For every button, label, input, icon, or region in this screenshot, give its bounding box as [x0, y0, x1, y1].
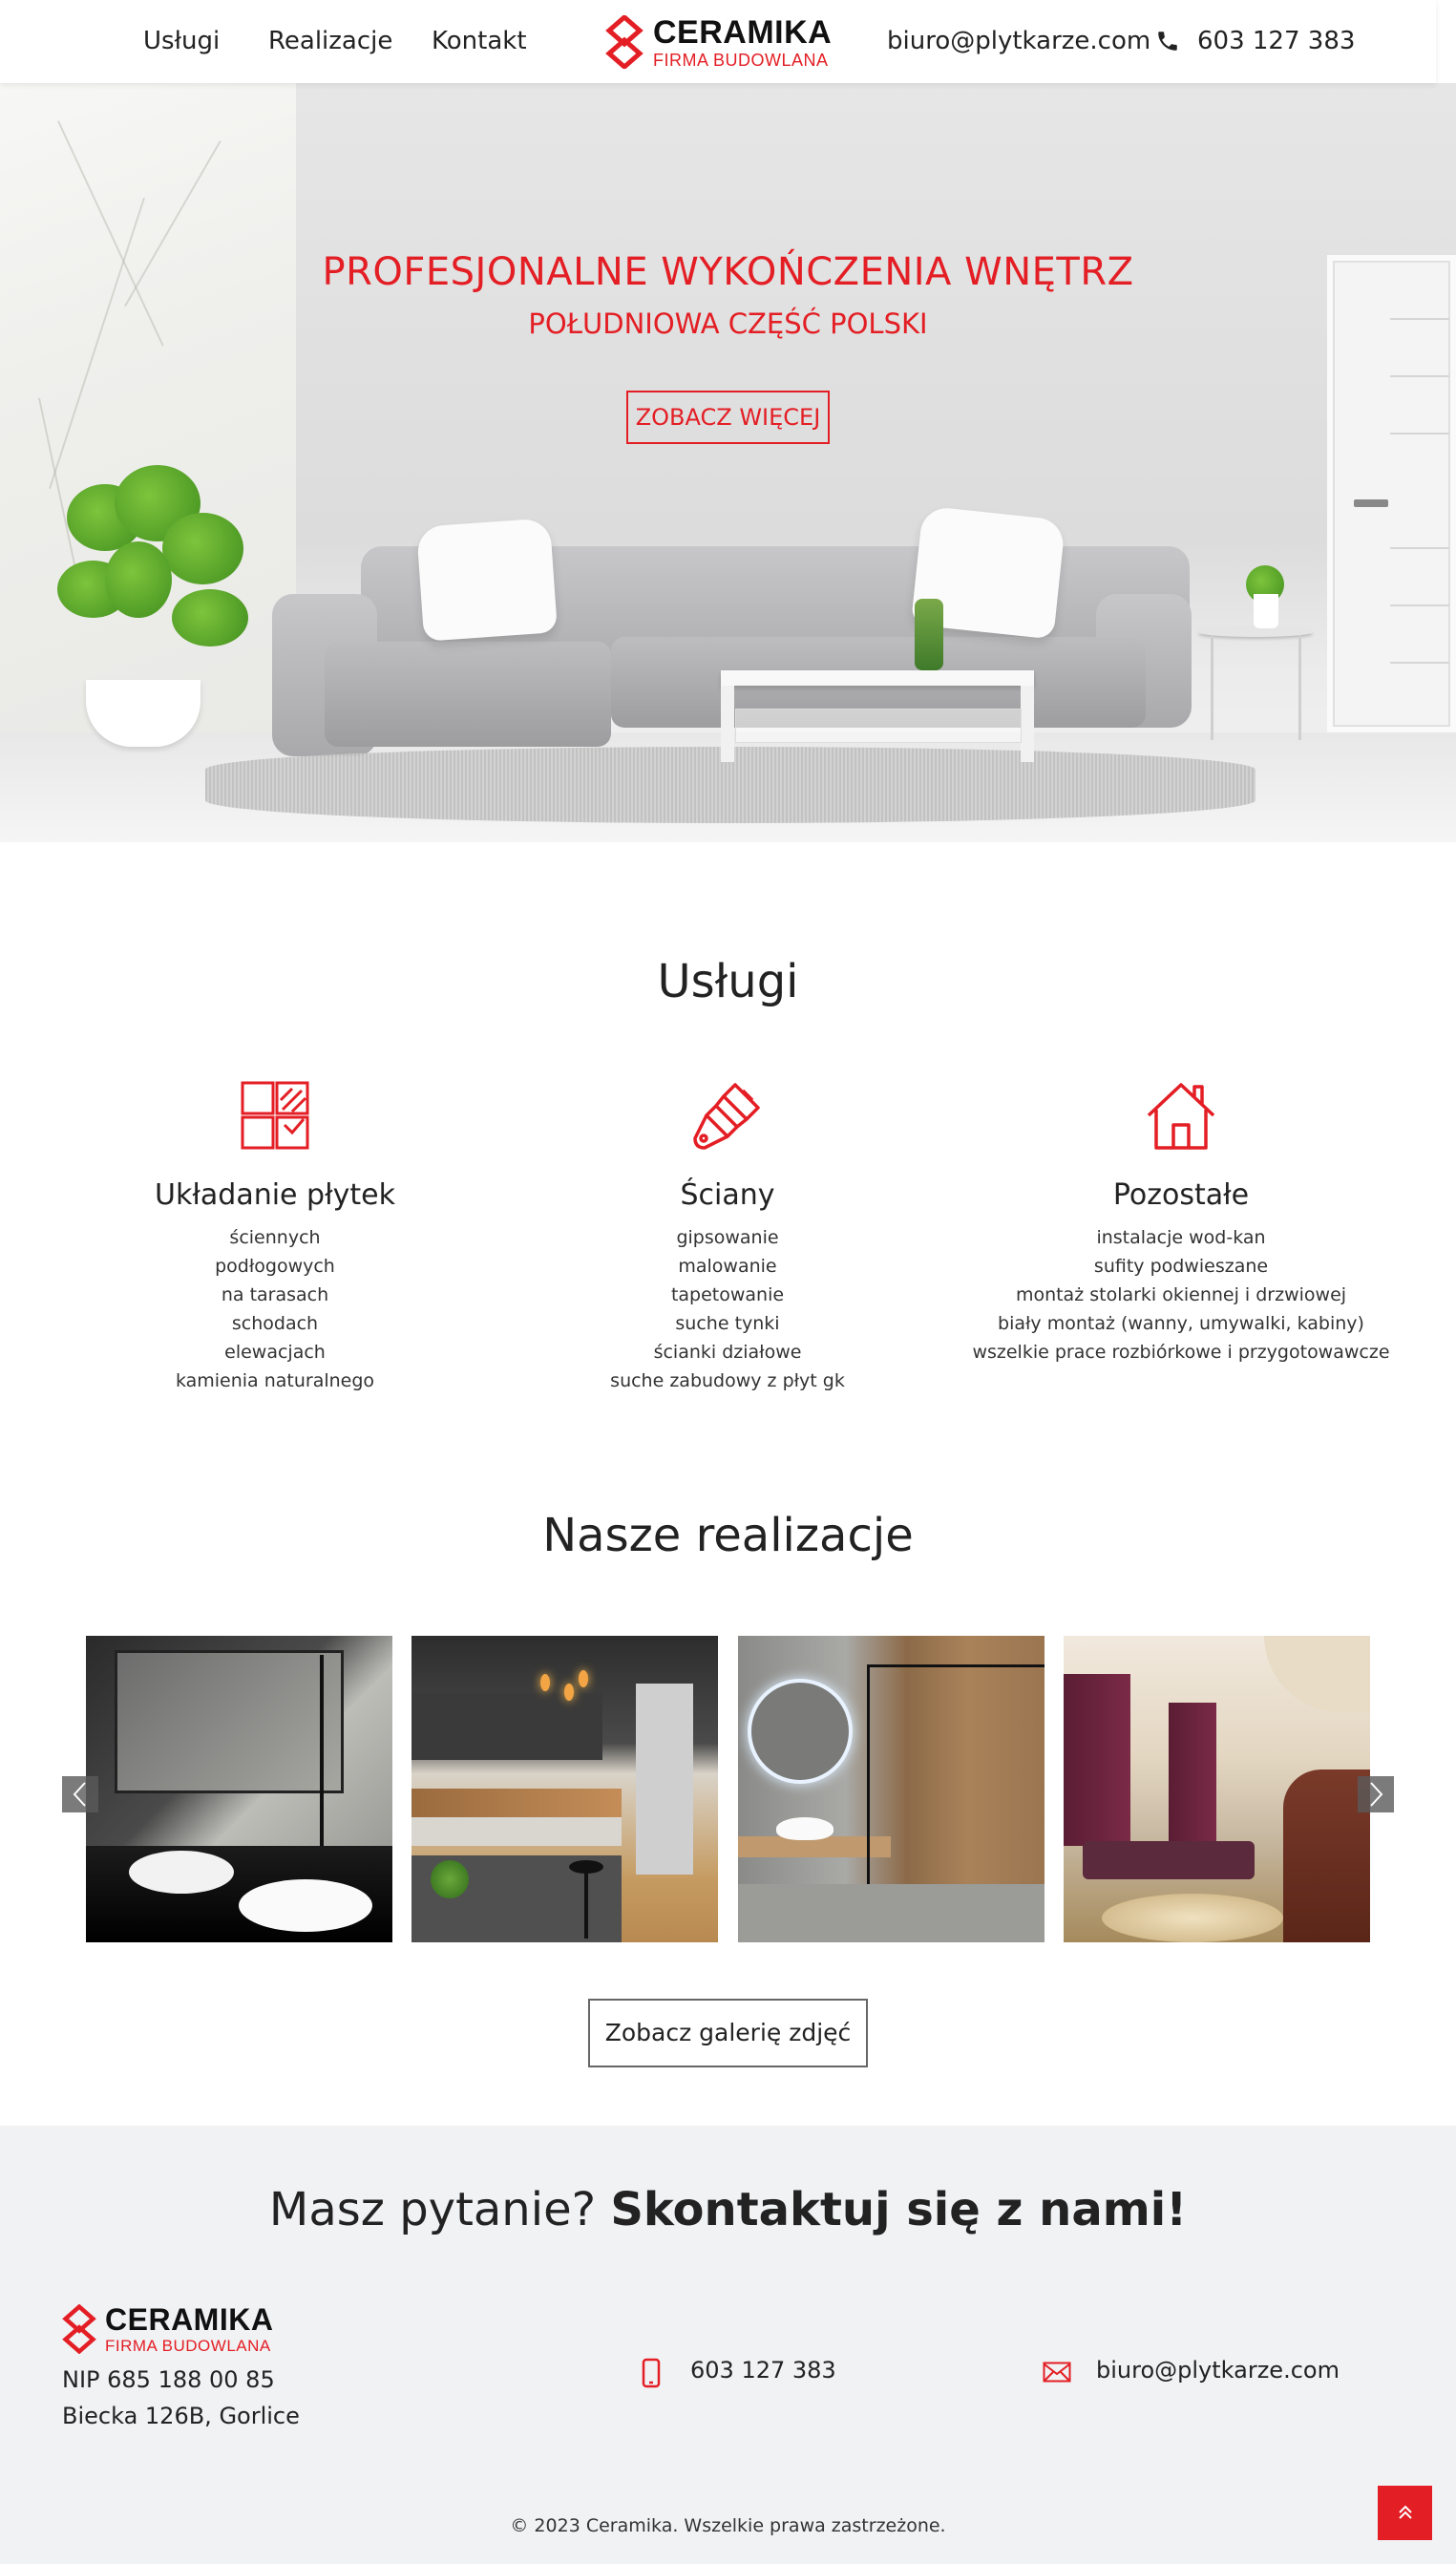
list-item: kamienia naturalnego	[175, 1370, 375, 1391]
footer-heading: Masz pytanie? Skontaktuj się z nami!	[0, 2183, 1456, 2236]
nav-link-uslugi[interactable]: Usługi	[143, 27, 220, 55]
gallery-photo-lobby[interactable]	[1064, 1636, 1370, 1942]
list-item: malowanie	[678, 1256, 777, 1277]
footer-email[interactable]: biuro@plytkarze.com	[1096, 2357, 1340, 2384]
list-item: suche tynki	[675, 1313, 780, 1334]
ceramika-logo-icon	[605, 15, 644, 69]
service-walls: Ściany gipsowanie malowanie tapetowanie …	[517, 1079, 938, 1395]
logo-name: CERAMIKA	[105, 2302, 274, 2337]
service-tiles: Układanie płytek ściennych podłogowych n…	[65, 1079, 485, 1395]
list-item: schodach	[231, 1313, 319, 1334]
ceramika-logo-icon	[62, 2304, 96, 2354]
list-item: tapetowanie	[670, 1284, 785, 1305]
footer-nip: NIP 685 188 00 85	[62, 2366, 275, 2393]
footer-address: Biecka 126B, Gorlice	[62, 2403, 300, 2429]
gallery-photo-kitchen[interactable]	[411, 1636, 718, 1942]
service-title-walls: Ściany	[680, 1178, 775, 1212]
nav-link-realizacje[interactable]: Realizacje	[268, 27, 392, 55]
coffee-table	[721, 670, 1034, 686]
gallery-photo-bathroom-wood[interactable]	[738, 1636, 1045, 1942]
tiles-icon	[241, 1081, 309, 1150]
service-title-other: Pozostałe	[1112, 1178, 1250, 1212]
footer-logo[interactable]: CERAMIKA FIRMA BUDOWLANA	[62, 2304, 273, 2354]
service-list-tiles: ściennych podłogowych na tarasach schoda…	[65, 1223, 485, 1395]
services-title: Usługi	[657, 955, 799, 1008]
footer-heading-question: Masz pytanie?	[268, 2183, 597, 2236]
copyright: © 2023 Ceramika. Wszelkie prawa zastrzeż…	[510, 2515, 946, 2536]
gallery-photo-bathroom-dark[interactable]	[86, 1636, 392, 1942]
list-item: sufity podwieszane	[1093, 1256, 1269, 1277]
service-title-tiles: Układanie płytek	[155, 1178, 395, 1212]
header-email[interactable]: biuro@plytkarze.com	[887, 27, 1150, 55]
footer-heading-cta: Skontaktuj się z nami!	[610, 2183, 1188, 2236]
logo-tagline: FIRMA BUDOWLANA	[105, 2337, 271, 2355]
double-chevron-up-icon	[1398, 2505, 1412, 2519]
header-phone[interactable]: 603 127 383	[1197, 27, 1355, 55]
chevron-left-icon	[73, 1782, 86, 1807]
site-header: Usługi Realizacje Kontakt CERAMIKA FIRMA…	[0, 0, 1436, 83]
list-item: suche zabudowy z płyt gk	[610, 1370, 845, 1391]
service-other: Pozostałe instalacje wod-kan sufity podw…	[971, 1079, 1391, 1367]
hero-banner	[0, 83, 1456, 842]
phone-icon	[1158, 32, 1177, 51]
gallery-button[interactable]: Zobacz galerię zdjęć	[588, 1999, 868, 2067]
list-item: elewacjach	[224, 1342, 326, 1363]
gallery-prev-button[interactable]	[62, 1776, 98, 1812]
see-more-button[interactable]: ZOBACZ WIĘCEJ	[626, 391, 830, 444]
list-item: montaż stolarki okiennej i drzwiowej	[1015, 1284, 1347, 1305]
marble-wall	[0, 83, 296, 732]
scroll-to-top-button[interactable]	[1378, 2486, 1432, 2540]
list-item: ścianki działowe	[653, 1342, 802, 1363]
list-item: podłogowych	[215, 1256, 335, 1277]
header-logo[interactable]: CERAMIKA FIRMA BUDOWLANA	[605, 15, 832, 69]
chevron-right-icon	[1370, 1782, 1383, 1807]
hero-subtitle: POŁUDNIOWA CZĘŚĆ POLSKI	[528, 307, 928, 340]
hero-title: PROFESJONALNE WYKOŃCZENIA WNĘTRZ	[322, 250, 1134, 294]
flowers	[915, 599, 943, 670]
paint-brush-icon	[693, 1083, 760, 1150]
house-icon	[1147, 1083, 1215, 1150]
list-item: wszelkie prace rozbiórkowe i przygotowaw…	[972, 1342, 1390, 1363]
logo-tagline: FIRMA BUDOWLANA	[653, 50, 829, 70]
list-item: gipsowanie	[676, 1227, 779, 1248]
gallery-next-button[interactable]	[1358, 1776, 1394, 1812]
gallery-title: Nasze realizacje	[542, 1509, 914, 1562]
service-list-other: instalacje wod-kan sufity podwieszane mo…	[971, 1223, 1391, 1367]
list-item: ściennych	[229, 1227, 321, 1248]
list-item: na tarasach	[221, 1284, 329, 1305]
envelope-icon	[1043, 2362, 1071, 2383]
nav-link-kontakt[interactable]: Kontakt	[432, 27, 527, 55]
logo-name: CERAMIKA	[653, 13, 833, 51]
mobile-phone-icon	[642, 2358, 661, 2388]
side-table	[1198, 627, 1313, 637]
footer-phone[interactable]: 603 127 383	[690, 2357, 836, 2384]
list-item: biały montaż (wanny, umywalki, kabiny)	[998, 1313, 1364, 1334]
service-list-walls: gipsowanie malowanie tapetowanie suche t…	[517, 1223, 938, 1395]
list-item: instalacje wod-kan	[1096, 1227, 1266, 1248]
